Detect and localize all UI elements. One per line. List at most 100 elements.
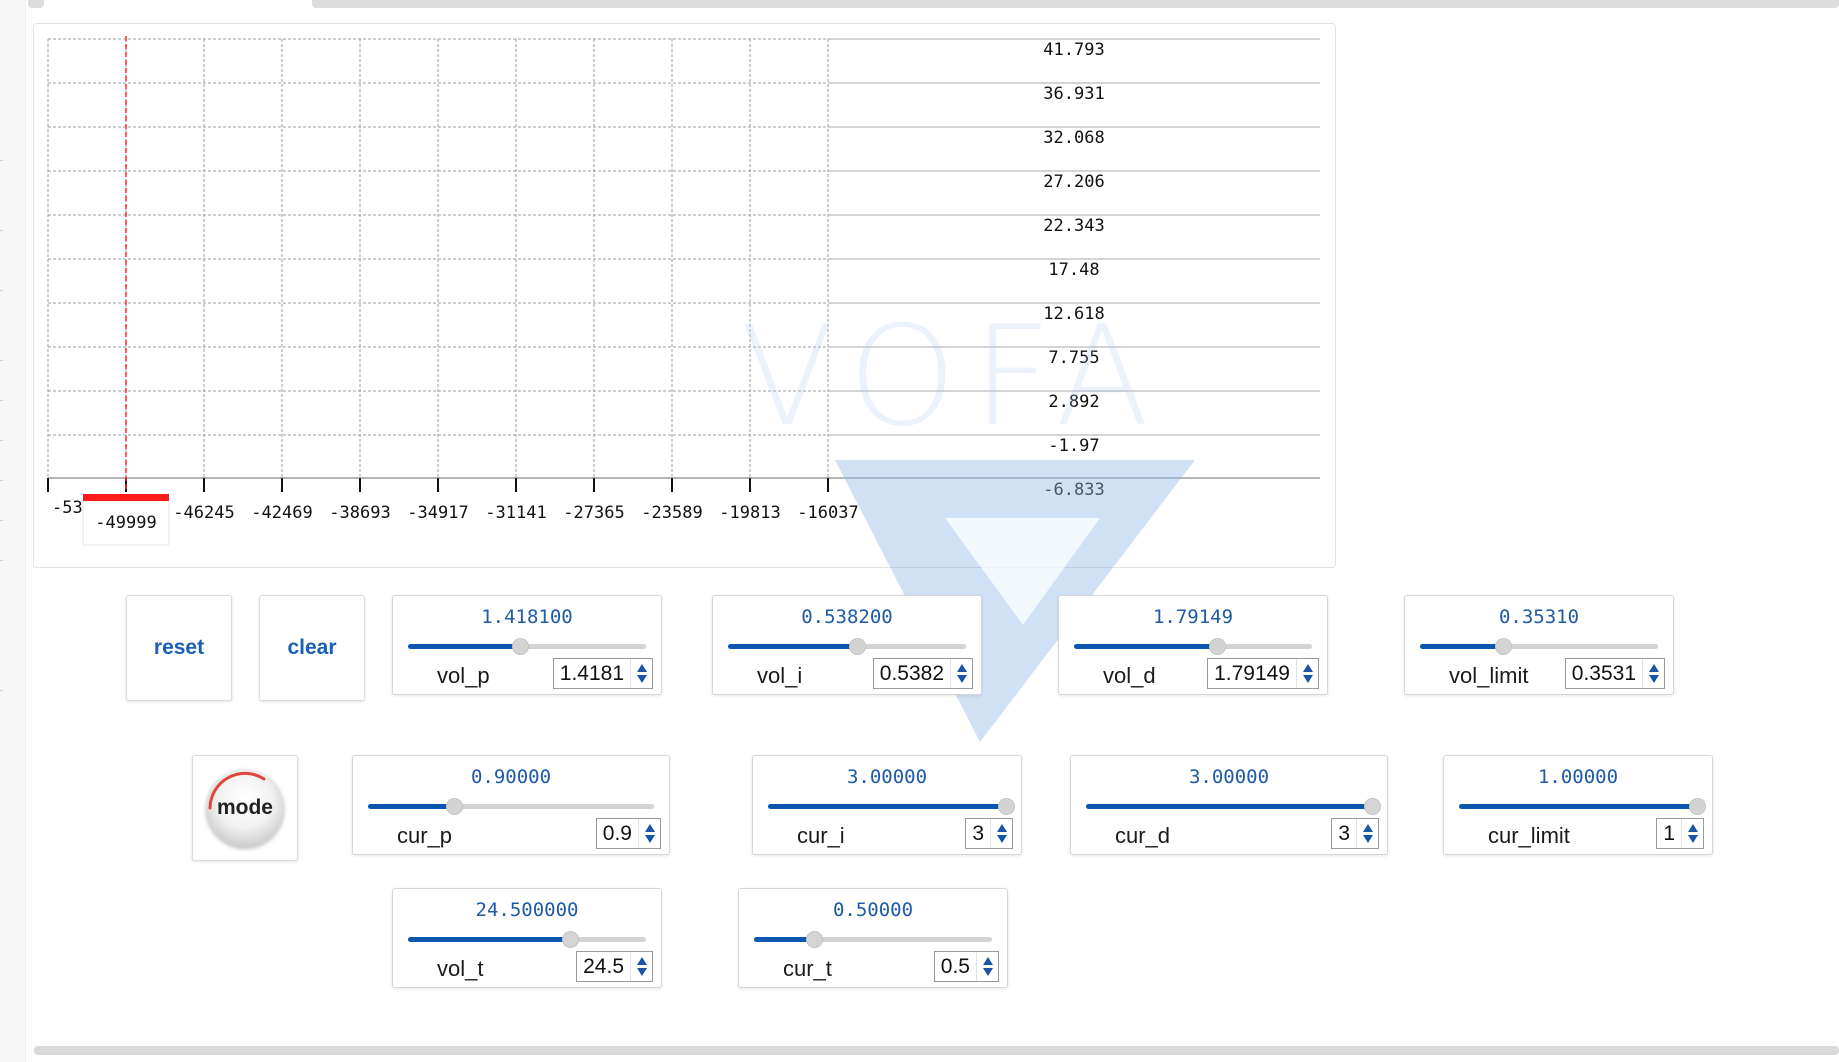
arrow-up-icon[interactable] [1687,824,1698,832]
slider-card-vol_limit: 0.35310 vol_limit 0.3531 [1404,595,1674,695]
left-panel-tick [0,230,3,231]
spinbox-vol_t[interactable]: 24.5 [576,951,653,982]
spinbox-cur_i[interactable]: 3 [965,818,1013,849]
arrow-up-icon[interactable] [644,824,655,832]
spinbox-arrows-vol_p[interactable] [630,659,652,688]
spinbox-cur_p[interactable]: 0.9 [595,818,661,849]
slider-track-vol_p[interactable] [408,638,646,655]
slider-track-vol_t[interactable] [408,931,646,948]
slider-thumb-vol_limit[interactable] [1495,638,1513,655]
slider-thumb-cur_i[interactable] [998,798,1015,815]
spinbox-value-vol_limit[interactable]: 0.3531 [1566,662,1642,686]
slider-track-cur_d[interactable] [1086,798,1381,815]
slider-label-cur_limit: cur_limit [1488,823,1570,848]
spinbox-vol_p[interactable]: 1.4181 [552,658,653,689]
arrow-up-icon[interactable] [1302,664,1313,672]
spinbox-vol_d[interactable]: 1.79149 [1207,658,1319,689]
slider-track-vol_limit[interactable] [1420,638,1658,655]
reset-button[interactable]: reset [126,595,232,701]
spinbox-value-cur_d[interactable]: 3 [1332,822,1356,846]
spinbox-arrows-cur_t[interactable] [976,952,998,981]
slider-track-cur_i[interactable] [768,798,1015,815]
slider-fill-vol_t [408,937,570,942]
spinbox-cur_d[interactable]: 3 [1331,818,1379,849]
arrow-up-icon[interactable] [636,957,647,965]
waveform-chart[interactable]: 41.793 36.931 32.068 27.206 22.343 17.48 12.61… [33,23,1336,568]
arrow-down-icon[interactable] [1687,835,1698,843]
spinbox-arrows-cur_p[interactable] [638,819,660,848]
spinbox-arrows-vol_d[interactable] [1296,659,1318,688]
spinbox-vol_i[interactable]: 0.5382 [872,658,973,689]
arrow-down-icon[interactable] [1648,675,1659,683]
clear-button-label: clear [287,636,337,659]
arrow-down-icon[interactable] [636,675,647,683]
arrow-up-icon[interactable] [982,957,993,965]
spinbox-cur_t[interactable]: 0.5 [933,951,999,982]
slider-thumb-vol_p[interactable] [511,638,529,655]
spinbox-arrows-vol_limit[interactable] [1642,659,1664,688]
spinbox-cur_limit[interactable]: 1 [1656,818,1704,849]
slider-track-cur_p[interactable] [368,798,654,815]
spinbox-arrows-cur_i[interactable] [990,819,1012,848]
spinbox-value-cur_limit[interactable]: 1 [1657,822,1681,846]
cursor-marker [83,494,169,501]
x-tick-label: -23589 [641,503,702,523]
arrow-down-icon[interactable] [644,835,655,843]
y-tick-label: 22.343 [1043,216,1104,236]
arrow-up-icon[interactable] [956,664,967,672]
slider-track-cur_limit[interactable] [1459,798,1706,815]
top-scroll-handle[interactable] [28,0,44,8]
slider-thumb-cur_d[interactable] [1364,798,1381,815]
slider-card-cur_d: 3.00000 cur_d 3 [1070,755,1388,855]
clear-button[interactable]: clear [259,595,365,701]
slider-thumb-vol_t[interactable] [561,931,579,948]
left-panel-strip [0,0,26,1062]
arrow-down-icon[interactable] [1302,675,1313,683]
slider-value-vol_d: 1.79149 [1152,606,1234,628]
arrow-up-icon[interactable] [636,664,647,672]
spinbox-value-cur_i[interactable]: 3 [966,822,990,846]
spinbox-arrows-vol_t[interactable] [630,952,652,981]
left-panel-tick [0,560,3,561]
slider-card-cur_p: 0.90000 cur_p 0.9 [352,755,670,855]
chart-canvas[interactable]: 41.793 36.931 32.068 27.206 22.343 17.48 12.61… [34,24,1337,569]
arrow-up-icon[interactable] [1362,824,1373,832]
slider-fill-vol_d [1074,644,1217,649]
spinbox-vol_limit[interactable]: 0.3531 [1564,658,1665,689]
spinbox-value-vol_p[interactable]: 1.4181 [554,662,630,686]
slider-thumb-cur_p[interactable] [445,798,463,815]
arrow-down-icon[interactable] [956,675,967,683]
arrow-down-icon[interactable] [996,835,1007,843]
spinbox-value-vol_t[interactable]: 24.5 [577,955,630,979]
mode-knob[interactable]: mode [206,769,284,847]
mode-button[interactable]: mode [192,755,298,861]
slider-track-vol_d[interactable] [1074,638,1312,655]
spinbox-value-vol_d[interactable]: 1.79149 [1208,662,1296,686]
slider-label-vol_d: vol_d [1103,663,1156,688]
slider-thumb-vol_d[interactable] [1208,638,1226,655]
spinbox-value-vol_i[interactable]: 0.5382 [874,662,950,686]
slider-card-vol_t: 24.500000 vol_t 24.5 [392,888,662,988]
spinbox-arrows-cur_limit[interactable] [1681,819,1703,848]
spinbox-value-cur_p[interactable]: 0.9 [597,822,638,846]
arrow-down-icon[interactable] [982,968,993,976]
y-tick-label: 2.892 [1048,392,1099,412]
slider-track-vol_i[interactable] [728,638,966,655]
top-scrollbar[interactable] [312,0,1839,8]
bottom-scrollbar[interactable] [34,1046,1839,1055]
slider-fill-cur_t [754,937,814,942]
slider-value-vol_i: 0.538200 [801,606,893,628]
arrow-up-icon[interactable] [996,824,1007,832]
slider-track-cur_t[interactable] [754,931,992,948]
slider-card-vol_d: 1.79149 vol_d 1.79149 [1058,595,1328,695]
arrow-up-icon[interactable] [1648,664,1659,672]
spinbox-arrows-cur_d[interactable] [1356,819,1378,848]
spinbox-arrows-vol_i[interactable] [950,659,972,688]
slider-thumb-cur_t[interactable] [805,931,823,948]
arrow-down-icon[interactable] [636,968,647,976]
slider-thumb-vol_i[interactable] [848,638,866,655]
arrow-down-icon[interactable] [1362,835,1373,843]
cursor-x-label: -49999 [95,513,156,533]
slider-thumb-cur_limit[interactable] [1689,798,1706,815]
spinbox-value-cur_t[interactable]: 0.5 [935,955,976,979]
